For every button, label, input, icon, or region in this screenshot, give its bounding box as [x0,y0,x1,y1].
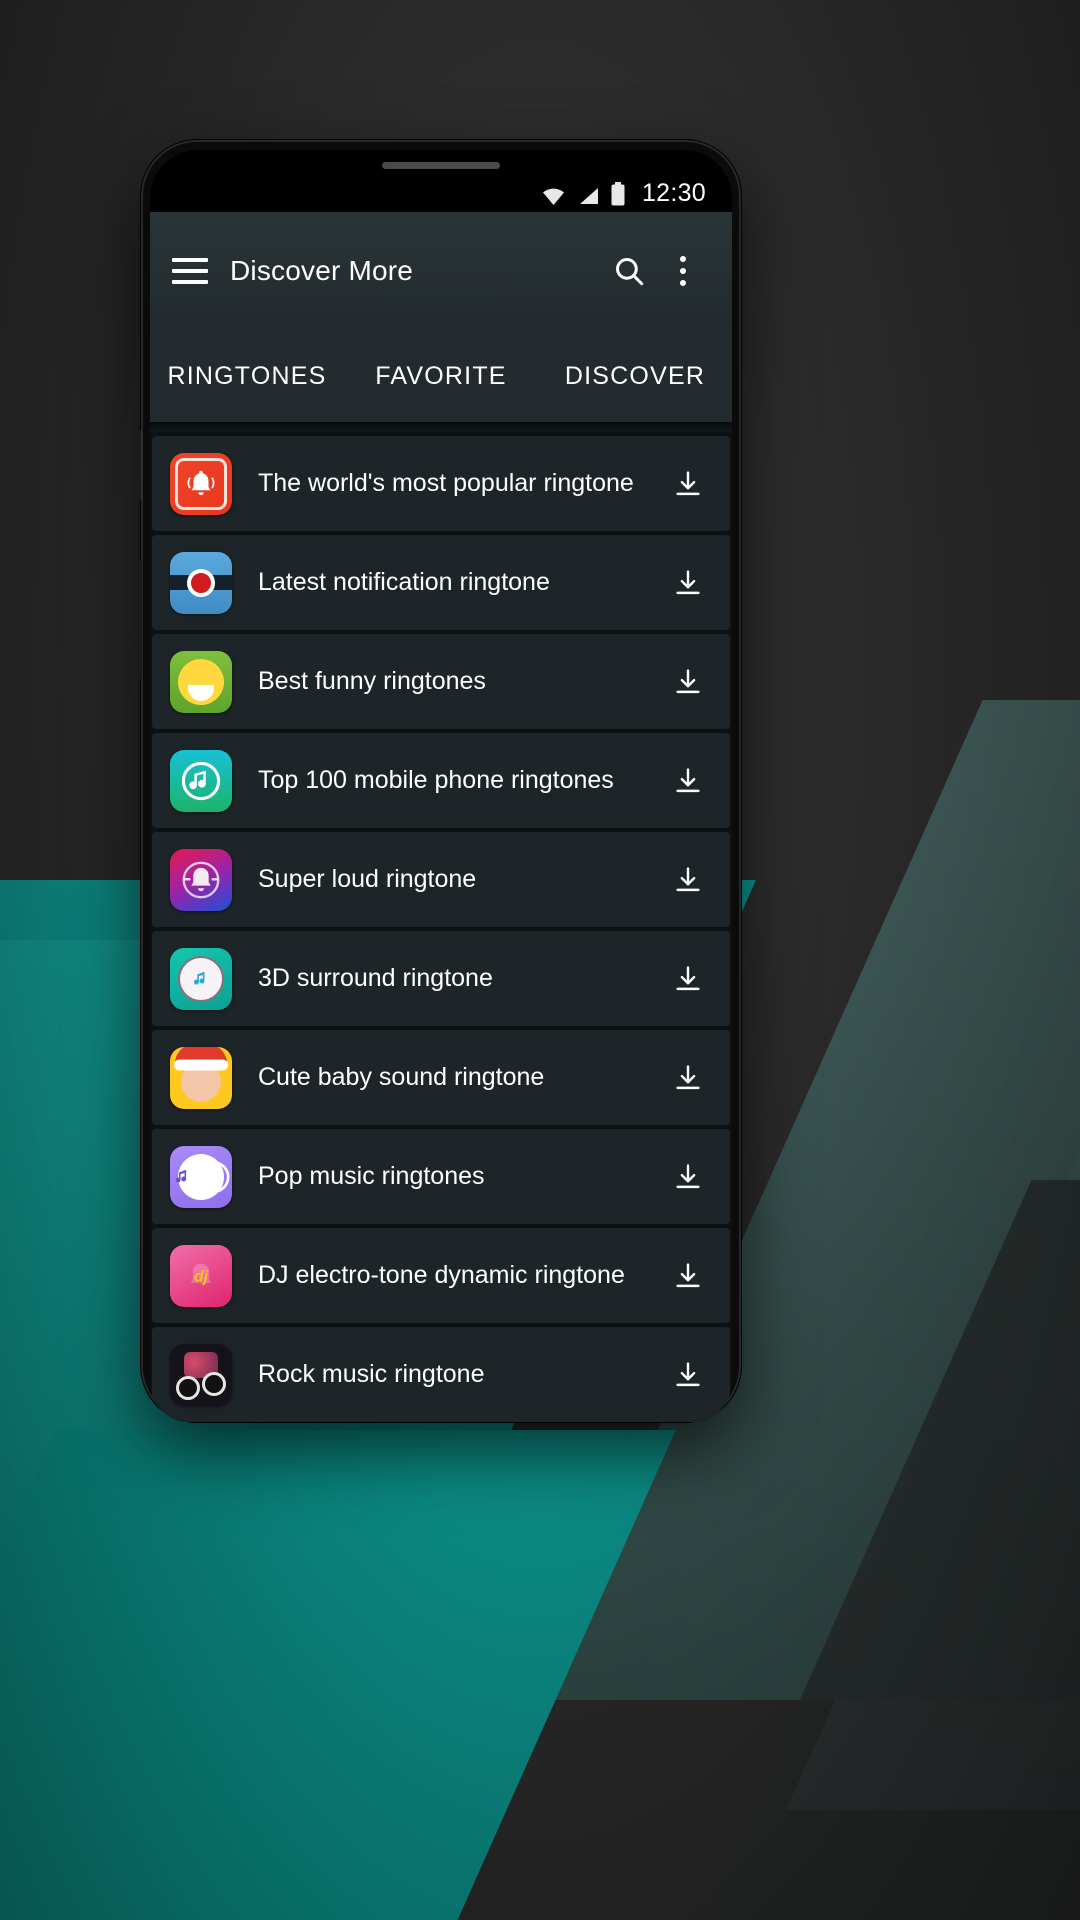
ringtone-list[interactable]: The world's most popular ringtone Latest… [150,432,732,1422]
download-icon[interactable] [668,1058,708,1098]
list-item-title: Super loud ringtone [258,865,477,893]
download-icon[interactable] [668,761,708,801]
overflow-dots [680,256,686,286]
music-note-icon [170,749,232,812]
list-item-title: Rock music ringtone [258,1360,485,1388]
list-item-title: 3D surround ringtone [258,964,493,992]
download-icon[interactable] [668,662,708,702]
list-item[interactable]: dj DJ electro-tone dynamic ringtone [152,1228,730,1323]
wifi-icon [541,186,566,206]
svg-text:dj: dj [194,1268,209,1285]
download-icon[interactable] [668,563,708,603]
surround-note-icon [170,947,232,1010]
list-item[interactable]: Rock music ringtone [152,1327,730,1422]
list-item[interactable]: Pop music ringtones [152,1129,730,1224]
list-item[interactable]: Best funny ringtones [152,634,730,729]
battery-icon [610,182,626,206]
signal-icon [576,186,600,206]
list-item-title: The world's most popular ringtone [258,469,634,497]
tab-ringtones[interactable]: RINGTONES [150,362,344,391]
list-item[interactable]: Latest notification ringtone [152,535,730,630]
more-vertical-icon[interactable] [660,248,706,294]
music-note-icon [170,1145,232,1208]
download-icon[interactable] [668,860,708,900]
status-bar-time: 12:30 [641,179,706,207]
list-item[interactable]: Super loud ringtone [152,832,730,927]
radar-target-icon [170,551,232,614]
list-item-title: Pop music ringtones [258,1162,485,1190]
vinyl-records-icon [170,1343,232,1406]
loud-bell-icon [170,848,232,911]
download-icon[interactable] [668,1157,708,1197]
dj-bell-icon: dj [170,1244,232,1307]
download-icon[interactable] [668,464,708,504]
phone-mockup: 12:30 Discover More RINGTONES FAVORITE D… [137,140,741,1422]
download-icon[interactable] [668,1355,708,1395]
list-item-title: Latest notification ringtone [258,568,550,596]
app-bar: Discover More [150,212,732,330]
laughing-emoji-icon [170,650,232,713]
list-item-title: Top 100 mobile phone ringtones [258,766,614,794]
list-item-title: Cute baby sound ringtone [258,1063,545,1091]
list-item[interactable]: Cute baby sound ringtone [152,1030,730,1125]
list-item-title: DJ electro-tone dynamic ringtone [258,1261,625,1289]
tab-discover[interactable]: DISCOVER [538,362,732,391]
tab-bar-shadow [150,422,732,432]
list-item[interactable]: Top 100 mobile phone ringtones [152,733,730,828]
baby-face-icon [170,1046,232,1109]
tab-bar: RINGTONES FAVORITE DISCOVER [150,330,732,422]
phone-screen: 12:30 Discover More RINGTONES FAVORITE D… [150,150,732,1422]
hamburger-menu-icon[interactable] [172,258,208,284]
tab-favorite[interactable]: FAVORITE [344,362,538,391]
download-icon[interactable] [668,959,708,999]
status-bar: 12:30 [150,150,732,212]
download-icon[interactable] [668,1256,708,1296]
page-title: Discover More [230,255,414,286]
list-item[interactable]: The world's most popular ringtone [152,436,730,531]
list-item[interactable]: 3D surround ringtone [152,931,730,1026]
search-icon[interactable] [606,248,652,294]
list-item-title: Best funny ringtones [258,667,486,695]
bell-alert-icon [170,452,232,515]
earpiece-speaker [382,162,500,169]
